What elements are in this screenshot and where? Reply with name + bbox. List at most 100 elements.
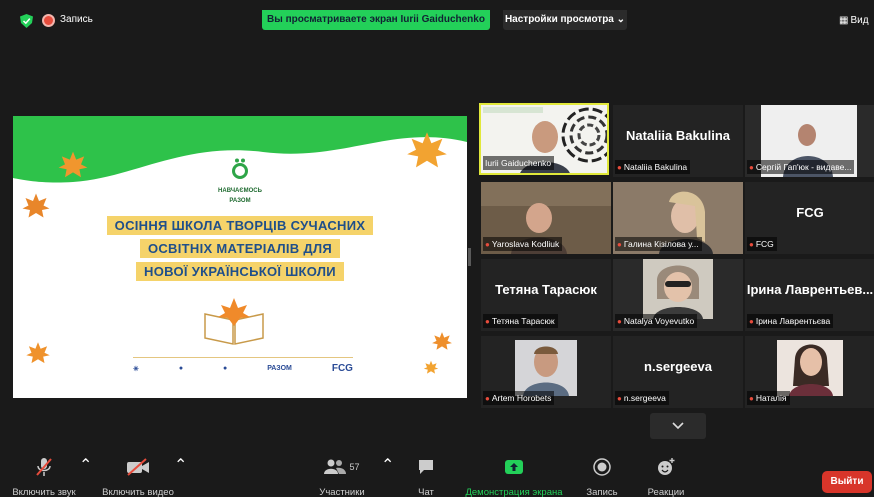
splitter-handle[interactable] (468, 248, 471, 266)
reactions-label: Реакции (647, 487, 685, 497)
participants-icon (324, 459, 347, 474)
video-options-caret[interactable]: ⌃ (174, 455, 187, 475)
slide-title-line: ОСІННЯ ШКОЛА ТВОРЦІВ СУЧАСНИХ (106, 216, 374, 235)
chat-icon (419, 460, 433, 474)
participant-name-label: ● Ірина Лаврентьєва (747, 314, 834, 328)
participant-tile[interactable]: ● Галина Кізілова у... (613, 182, 743, 254)
record-icon (593, 458, 611, 476)
slide-title-line: ОСВІТНІХ МАТЕРІАЛІВ ДЛЯ (139, 239, 341, 258)
participant-tile[interactable]: ● Наталія (745, 336, 874, 408)
participant-display-name: Ірина Лаврентьев... (746, 281, 874, 297)
participant-name-label: ● Галина Кізілова у... (615, 237, 702, 251)
participant-tile[interactable]: ● Natalya Voyevutko (613, 259, 743, 331)
logo-mark-icon (232, 158, 248, 179)
participant-name-label: ● Наталія (747, 391, 790, 405)
recording-label: Запись (60, 14, 93, 25)
mic-muted-icon: ● (749, 240, 754, 249)
maple-leaf-icon (58, 151, 88, 178)
mic-muted-icon: ● (749, 317, 754, 326)
recording-indicator-icon (42, 14, 55, 27)
participants-options-caret[interactable]: ⌃ (381, 455, 394, 475)
participant-display-name: Тетяна Тарасюк (495, 281, 597, 297)
view-options-button[interactable]: Настройки просмотра ⌄ (503, 10, 627, 30)
mic-muted-icon: ● (485, 317, 490, 326)
leave-meeting-button[interactable]: Выйти (822, 471, 872, 493)
mic-muted-icon: ● (617, 240, 622, 249)
mic-muted-icon: ● (617, 317, 622, 326)
slide-logo: НАВЧАЄМОСЬ РАЗОМ (201, 158, 279, 205)
chevron-down-icon (672, 422, 684, 430)
org-name-line2: РАЗОМ (229, 198, 251, 204)
reactions-icon (658, 458, 675, 475)
participant-tile[interactable]: ● Сергій Гап'юк - видаве... (745, 105, 874, 177)
chat-label: Чат (418, 487, 434, 497)
maple-leaf-icon (407, 132, 447, 168)
participant-tile[interactable]: FCG ● FCG (745, 182, 874, 254)
slide-title-line: НОВОЇ УКРАЇНСЬКОЇ ШКОЛИ (136, 262, 344, 281)
participant-name-label: ● Artem Horobets (483, 391, 555, 405)
participant-name-label: ● n.sergeeva (615, 391, 669, 405)
mic-muted-icon: ● (485, 394, 490, 403)
participant-display-name: n.sergeeva (644, 358, 712, 374)
top-bar: Запись Вы просматриваете экран Iurii Gai… (0, 10, 874, 32)
partner-logo: ● (223, 365, 228, 372)
fcg-logo: FCG (331, 363, 353, 374)
mic-muted-icon: ● (617, 394, 622, 403)
audio-options-caret[interactable]: ⌃ (79, 455, 92, 475)
participants-count: 57 (349, 462, 360, 472)
grid-icon: ▦ (839, 15, 849, 26)
participant-tile[interactable]: Ірина Лаврентьев... ● Ірина Лаврентьєва (745, 259, 874, 331)
participant-tile[interactable]: Тетяна Тарасюк ● Тетяна Тарасюк (481, 259, 611, 331)
eu-razom-logo: РАЗОМ (267, 365, 292, 372)
org-name-line1: НАВЧАЄМОСЬ (218, 188, 262, 194)
mic-muted-icon: ● (749, 394, 754, 403)
maple-leaf-icon (432, 332, 452, 350)
ua-coat-of-arms-icon: ✳ (133, 365, 139, 373)
participants-label: Участники (319, 487, 365, 497)
participant-name-label: ● Nataliia Bakulina (615, 160, 691, 174)
reactions-button[interactable]: Реакции (642, 455, 690, 497)
book-icon (204, 298, 264, 345)
participants-button[interactable]: 57 Участники (312, 455, 372, 497)
participant-name-label: ● Yaroslava Kodliuk (483, 237, 563, 251)
screen-share-banner: Вы просматриваете экран Iurii Gaiduchenk… (262, 10, 490, 30)
shared-screen: НАВЧАЄМОСЬ РАЗОМ ОСІННЯ ШКОЛА ТВОРЦІВ СУ… (13, 116, 467, 398)
ministry-logo: ● (178, 365, 184, 372)
mic-muted-icon: ● (749, 163, 754, 172)
zoom-window: Запись Вы просматриваете экран Iurii Gai… (0, 0, 874, 497)
view-label: Вид (850, 15, 869, 26)
participant-tile[interactable]: n.sergeeva ● n.sergeeva (613, 336, 743, 408)
start-video-button[interactable]: Включить видео (98, 455, 178, 497)
maple-leaf-icon (26, 342, 50, 364)
participant-name-label: Iurii Gaiduchenko (483, 156, 555, 170)
participant-display-name: Nataliia Bakulina (625, 127, 731, 143)
share-screen-icon (505, 460, 523, 474)
start-video-label: Включить видео (102, 487, 174, 497)
record-label: Запись (586, 487, 618, 497)
participant-name-label: ● FCG (747, 237, 777, 251)
slide-footer-logos: ✳ ● ● РАЗОМ FCG (133, 357, 353, 375)
unmute-label: Включить звук (12, 487, 76, 497)
participant-tile[interactable]: Iurii Gaiduchenko (479, 103, 609, 175)
share-screen-button[interactable]: Демонстрация экрана (458, 455, 570, 497)
participant-display-name: FCG (796, 204, 824, 220)
participant-tile[interactable]: ● Artem Horobets (481, 336, 611, 408)
share-screen-label: Демонстрация экрана (465, 487, 563, 497)
participant-tile[interactable]: Nataliia Bakulina ● Nataliia Bakulina (613, 105, 743, 177)
camera-off-icon (127, 458, 149, 476)
participant-name-label: ● Тетяна Тарасюк (483, 314, 558, 328)
shield-icon[interactable] (20, 14, 33, 28)
meeting-toolbar: Включить звук ⌃ Включить видео ⌃ 57 Учас… (0, 455, 874, 497)
record-button[interactable]: Запись (582, 455, 622, 497)
unmute-button[interactable]: Включить звук (4, 455, 84, 497)
mic-muted-icon: ● (485, 240, 490, 249)
mic-off-icon (36, 458, 52, 476)
slide-title: ОСІННЯ ШКОЛА ТВОРЦІВ СУЧАСНИХ ОСВІТНІХ М… (13, 214, 467, 283)
next-page-button[interactable] (650, 413, 706, 439)
view-button[interactable]: ▦ Вид (839, 15, 869, 26)
maple-leaf-icon (423, 360, 439, 374)
participant-tile[interactable]: ● Yaroslava Kodliuk (481, 182, 611, 254)
chat-button[interactable]: Чат (408, 455, 444, 497)
participant-name-label: ● Natalya Voyevutko (615, 314, 698, 328)
participant-name-label: ● Сергій Гап'юк - видаве... (747, 160, 855, 174)
